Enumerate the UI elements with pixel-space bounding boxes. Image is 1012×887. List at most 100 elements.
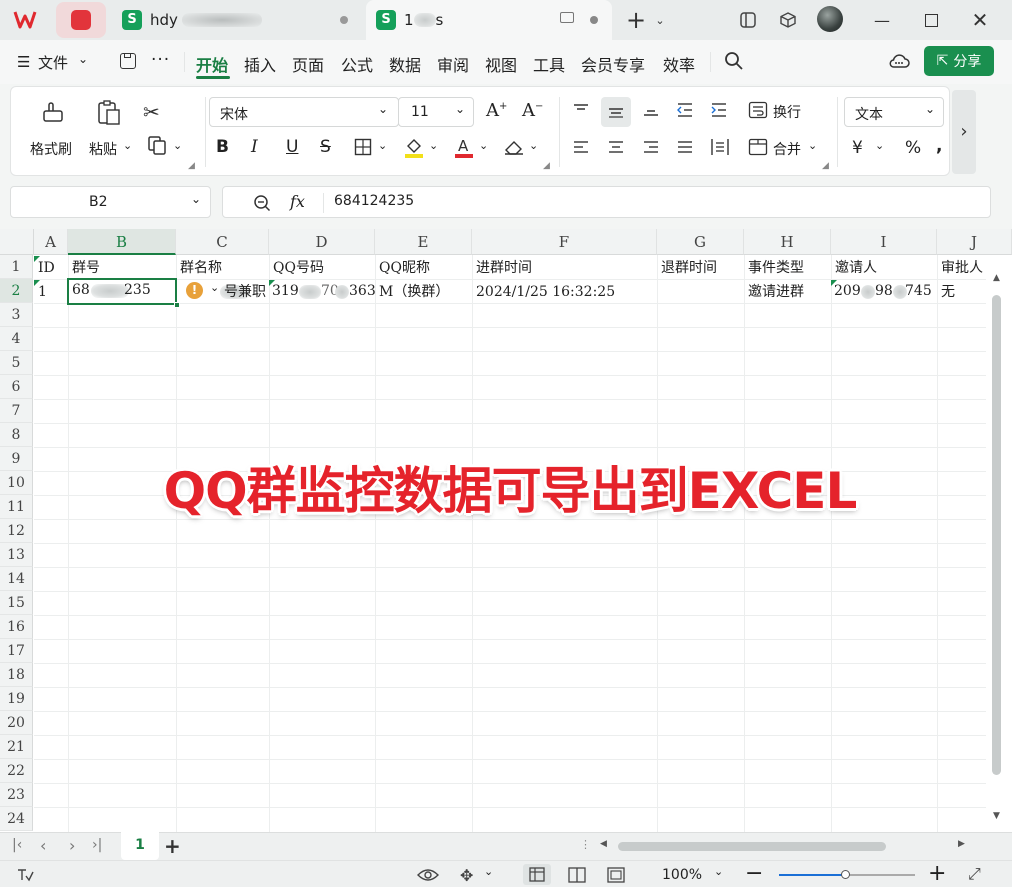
percent-button[interactable]: % (905, 138, 921, 158)
row-header-13[interactable]: 13 (0, 543, 33, 567)
cube-icon[interactable] (776, 8, 800, 32)
cell-f2[interactable]: 2024/1/25 16:32:25 (472, 280, 657, 304)
row-header-11[interactable]: 11 (0, 495, 33, 519)
cell-i1[interactable]: 邀请人 (831, 256, 937, 280)
align-center-icon[interactable] (607, 139, 625, 160)
move-icon[interactable]: ✥ (460, 866, 473, 885)
column-header-h[interactable]: H (744, 229, 831, 255)
row-header-20[interactable]: 20 (0, 711, 33, 735)
menu-review[interactable]: 审阅 (437, 52, 469, 76)
cell-h2[interactable]: 邀请进群 (744, 280, 831, 304)
column-header-a[interactable]: A (34, 229, 68, 255)
chevron-down-icon[interactable]: ⌄ (191, 192, 201, 206)
row-header-24[interactable]: 24 (0, 807, 33, 831)
font-color-chevron-icon[interactable]: ⌄ (479, 139, 488, 152)
cell-j1[interactable]: 审批人 (937, 256, 987, 280)
row-header-10[interactable]: 10 (0, 471, 33, 495)
wps-logo-icon[interactable] (13, 9, 37, 31)
error-warning-icon[interactable]: ! (186, 282, 203, 299)
distributed-align-icon[interactable] (710, 138, 730, 161)
fill-color-chevron-icon[interactable]: ⌄ (429, 139, 438, 152)
currency-button[interactable]: ¥ (852, 138, 863, 158)
bold-button[interactable]: B (216, 137, 229, 157)
zoom-chevron-icon[interactable]: ⌄ (714, 865, 723, 878)
eraser-icon[interactable] (503, 138, 525, 161)
row-header-19[interactable]: 19 (0, 687, 33, 711)
menu-file[interactable]: 文件 (38, 52, 68, 73)
tab-workbook-2[interactable]: S 1 s (366, 0, 612, 40)
formula-input[interactable]: 684124235 (334, 193, 414, 209)
row-header-12[interactable]: 12 (0, 519, 33, 543)
menu-formula[interactable]: 公式 (341, 52, 373, 76)
cut-icon[interactable]: ✂ (143, 100, 160, 124)
column-header-b[interactable]: B (68, 229, 176, 255)
last-sheet-icon[interactable]: ›| (92, 837, 102, 853)
currency-chevron-icon[interactable]: ⌄ (875, 139, 884, 152)
align-left-icon[interactable] (572, 139, 590, 160)
copy-chevron-icon[interactable]: ⌄ (173, 139, 182, 152)
row-header-4[interactable]: 4 (0, 327, 33, 351)
name-box[interactable]: B2 ⌄ (10, 186, 211, 218)
maximize-icon[interactable] (919, 8, 943, 32)
menu-tools[interactable]: 工具 (533, 52, 565, 76)
font-color-icon[interactable]: A (453, 136, 475, 163)
formula-bar[interactable]: fx 684124235 (222, 186, 991, 218)
first-sheet-icon[interactable]: |‹ (12, 837, 22, 853)
cloud-icon[interactable] (888, 52, 910, 74)
fx-icon[interactable]: fx (290, 192, 305, 211)
zoom-in-button[interactable]: + (928, 861, 946, 886)
paste-label[interactable]: 粘贴 (89, 139, 117, 159)
underline-button[interactable]: U (286, 137, 298, 157)
sheet-tab-1[interactable]: 1 (121, 832, 159, 860)
file-chevron-icon[interactable]: ⌄ (78, 52, 88, 66)
copy-icon[interactable] (147, 135, 167, 160)
row-header-14[interactable]: 14 (0, 567, 33, 591)
pdf-app-tab[interactable] (56, 2, 106, 38)
font-size-dropdown[interactable]: 11 ⌄ (398, 97, 474, 127)
horizontal-scrollbar-thumb[interactable] (618, 842, 886, 851)
tab-status-dot-icon[interactable] (590, 16, 598, 24)
warning-chevron-icon[interactable]: ⌄ (210, 281, 219, 294)
monitor-icon[interactable] (560, 12, 574, 23)
row-header-2[interactable]: 2 (0, 279, 33, 303)
align-right-icon[interactable] (642, 139, 660, 160)
dialog-launcher-icon[interactable]: ◢ (188, 161, 195, 171)
zoom-slider[interactable] (779, 870, 915, 879)
fullscreen-icon[interactable]: ⤢ (968, 864, 981, 884)
save-icon[interactable] (120, 53, 136, 69)
menu-data[interactable]: 数据 (389, 52, 421, 76)
row-header-7[interactable]: 7 (0, 399, 33, 423)
decrease-font-icon[interactable]: A− (522, 100, 543, 121)
prev-sheet-icon[interactable]: ‹ (40, 836, 46, 855)
border-icon[interactable] (354, 138, 372, 161)
row-header-22[interactable]: 22 (0, 759, 33, 783)
scroll-down-icon[interactable]: ▼ (993, 811, 1000, 821)
cell-e1[interactable]: QQ昵称 (375, 256, 472, 280)
cell-c1[interactable]: 群名称 (176, 256, 269, 280)
paste-chevron-icon[interactable]: ⌄ (123, 139, 132, 152)
row-header-15[interactable]: 15 (0, 591, 33, 615)
tab-status-dot-icon[interactable] (340, 16, 348, 24)
cell-d1[interactable]: QQ号码 (269, 256, 375, 280)
cell-h1[interactable]: 事件类型 (744, 256, 831, 280)
dialog-launcher-icon[interactable]: ◢ (822, 161, 829, 171)
scroll-up-icon[interactable]: ▲ (993, 273, 1000, 283)
cell-b2[interactable]: 68 235 (67, 278, 180, 308)
row-header-6[interactable]: 6 (0, 375, 33, 399)
align-middle-button[interactable] (601, 97, 631, 127)
increase-indent-icon[interactable] (710, 102, 728, 123)
macro-icon[interactable] (16, 867, 34, 887)
select-all-corner[interactable] (0, 229, 34, 255)
minimize-icon[interactable]: — (870, 8, 894, 32)
search-icon[interactable] (724, 51, 744, 75)
scrollbar-thumb[interactable] (992, 295, 1001, 775)
paste-icon[interactable] (95, 99, 123, 132)
page-break-view-icon[interactable] (607, 867, 625, 887)
column-header-f[interactable]: F (472, 229, 657, 255)
row-header-9[interactable]: 9 (0, 447, 33, 471)
row-header-5[interactable]: 5 (0, 351, 33, 375)
menu-member[interactable]: 会员专享 (581, 52, 645, 76)
cell-g1[interactable]: 退群时间 (657, 256, 744, 280)
thousands-icon[interactable]: , (936, 136, 942, 156)
merge-cells-icon[interactable] (748, 138, 768, 161)
